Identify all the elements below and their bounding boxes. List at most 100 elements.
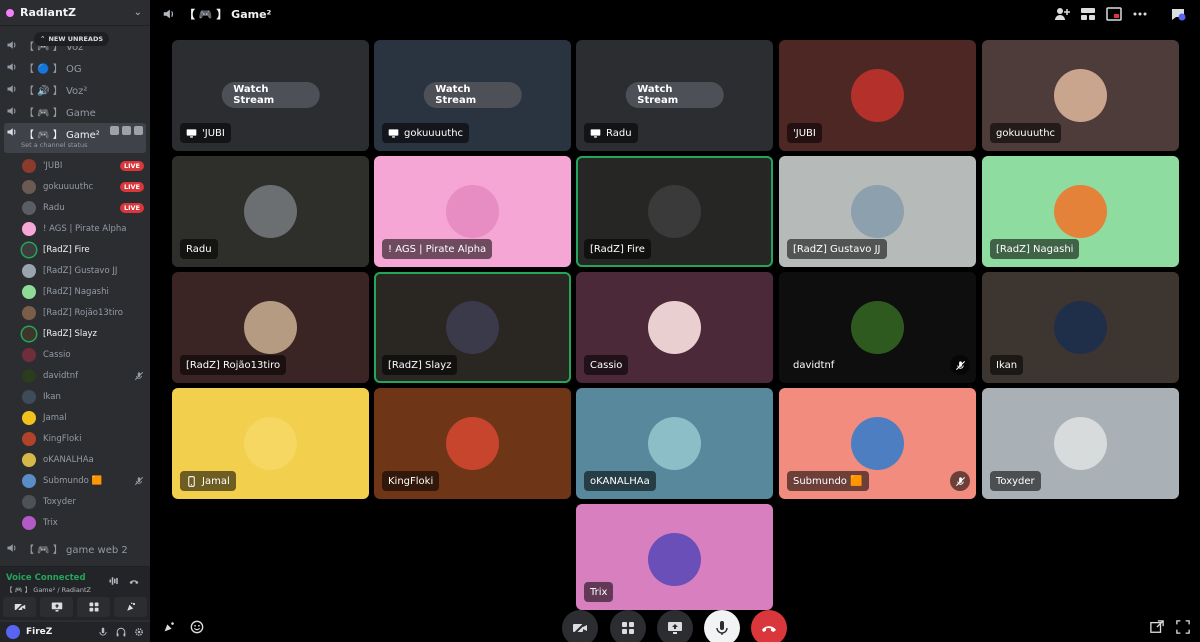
chat-bubble-icon[interactable] (1170, 6, 1186, 22)
voice-location[interactable]: 【 🎮 】 Game² / RadiantZ (6, 584, 91, 594)
participant-tile[interactable]: Radu (172, 156, 369, 267)
member-item[interactable]: davidtnf (22, 366, 144, 386)
live-badge: LIVE (119, 203, 144, 213)
member-item[interactable]: gokuuuuthc LIVE (22, 177, 144, 197)
participant-tile[interactable]: davidtnf (779, 272, 976, 383)
member-item[interactable]: [RadZ] Rojão13tiro (22, 303, 144, 323)
leave-call-button[interactable] (751, 610, 787, 642)
popout-icon[interactable] (1106, 6, 1122, 22)
participant-tile[interactable]: [RadZ] Gustavo JJ (779, 156, 976, 267)
participant-label: 'JUBI (180, 123, 231, 143)
participant-tile[interactable]: [RadZ] Nagashi (982, 156, 1179, 267)
participant-tile[interactable]: [RadZ] Rojão13tiro (172, 272, 369, 383)
participant-label: [RadZ] Slayz (382, 355, 458, 375)
gear-icon[interactable] (134, 627, 144, 637)
participant-label: gokuuuuthc (990, 123, 1062, 143)
member-item[interactable]: Trix (22, 513, 144, 533)
member-item[interactable]: [RadZ] Fire (22, 240, 144, 260)
avatar (244, 301, 297, 354)
mobile-phone-icon (188, 475, 195, 487)
avatar (22, 432, 36, 446)
stream-tile[interactable]: Watch Stream gokuuuuthc (374, 40, 571, 151)
participant-tile[interactable]: Trix (576, 504, 773, 610)
add-member-icon[interactable] (122, 126, 131, 135)
channel-game-web-2[interactable]: 【 🎮 】 game web 2 (4, 538, 146, 558)
participant-tile-speaking[interactable]: [RadZ] Fire (576, 156, 773, 267)
participant-label: davidtnf (793, 359, 835, 371)
new-unreads-pill[interactable]: ⌃ NEW UNREADS (34, 32, 110, 46)
watch-stream-button[interactable]: Watch Stream (423, 82, 522, 108)
mic-muted-indicator (950, 471, 970, 491)
soundboard-icon[interactable] (162, 620, 176, 634)
popout-window-icon[interactable] (1150, 620, 1164, 634)
member-item[interactable]: oKANALHAa (22, 450, 144, 470)
noise-suppression-icon[interactable] (108, 575, 120, 587)
chat-icon[interactable] (110, 126, 119, 135)
participant-tile[interactable]: ! AGS | Pirate Alpha (374, 156, 571, 267)
participant-label: Radu (180, 239, 218, 259)
channel-game[interactable]: 【 🎮 】 Game (4, 101, 146, 121)
screen-share-button[interactable] (657, 610, 693, 642)
participant-tile[interactable]: Jamal (172, 388, 369, 499)
speaker-icon (7, 41, 16, 49)
participant-tile[interactable]: Submundo 🟧 (779, 388, 976, 499)
invite-icon[interactable] (1054, 6, 1070, 22)
member-item[interactable]: Radu LIVE (22, 198, 144, 218)
more-options-icon[interactable] (1132, 6, 1148, 22)
member-item[interactable]: [RadZ] Gustavo JJ (22, 261, 144, 281)
soundboard-button[interactable] (114, 597, 147, 617)
user-name[interactable]: FireZ (26, 627, 90, 637)
chevron-down-icon[interactable]: ⌄ (134, 7, 142, 18)
member-item[interactable]: Submundo 🟧 (22, 471, 144, 491)
member-item[interactable]: Cassio (22, 345, 144, 365)
emoji-icon[interactable] (190, 620, 204, 634)
channel-voz2[interactable]: 【 🔊 】 Voz² (4, 79, 146, 99)
participant-label: Submundo 🟧 (787, 471, 869, 491)
avatar (244, 185, 297, 238)
layout-grid-icon[interactable] (1080, 6, 1096, 22)
avatar (22, 243, 36, 257)
screen-share-icon (668, 622, 682, 634)
member-item[interactable]: KingFloki (22, 429, 144, 449)
participant-tile[interactable]: 'JUBI (779, 40, 976, 151)
watch-stream-button[interactable]: Watch Stream (625, 82, 724, 108)
headphones-icon[interactable] (116, 627, 126, 637)
server-header[interactable]: RadiantZ ⌄ (0, 0, 150, 26)
participant-tile[interactable]: KingFloki (374, 388, 571, 499)
call-header: 【 🎮 】 Game² (150, 0, 1200, 28)
participant-tile[interactable]: gokuuuuthc (982, 40, 1179, 151)
member-item[interactable]: Ikan (22, 387, 144, 407)
voice-connected-panel: Voice Connected 【 🎮 】 Game² / RadiantZ (0, 566, 150, 620)
member-item[interactable]: [RadZ] Nagashi (22, 282, 144, 302)
participant-tile[interactable]: Toxyder (982, 388, 1179, 499)
member-item[interactable]: 'JUBI LIVE (22, 156, 144, 176)
member-item[interactable]: [RadZ] Slayz (22, 324, 144, 344)
stream-tile[interactable]: Watch Stream Radu (576, 40, 773, 151)
participant-tile[interactable]: Ikan (982, 272, 1179, 383)
user-avatar[interactable] (6, 625, 20, 639)
screen-share-button[interactable] (40, 597, 73, 617)
participant-tile[interactable]: Cassio (576, 272, 773, 383)
microphone-button[interactable] (704, 610, 740, 642)
participant-tile[interactable]: oKANALHAa (576, 388, 773, 499)
member-item[interactable]: Toxyder (22, 492, 144, 512)
activities-button[interactable] (77, 597, 110, 617)
participant-label: [RadZ] Nagashi (990, 239, 1080, 259)
camera-toggle-button[interactable] (562, 610, 598, 642)
channel-status-hint[interactable]: Set a channel status (21, 141, 88, 149)
camera-off-button[interactable] (3, 597, 36, 617)
participant-tile-speaking[interactable]: [RadZ] Slayz (374, 272, 571, 383)
participant-label: Toxyder (990, 471, 1041, 491)
watch-stream-button[interactable]: Watch Stream (221, 82, 320, 108)
channel-og[interactable]: 【 🔵 】 OG (4, 57, 146, 77)
disconnect-icon[interactable] (128, 575, 140, 587)
fullscreen-icon[interactable] (1176, 620, 1190, 634)
avatar (22, 390, 36, 404)
activities-button[interactable] (610, 610, 646, 642)
microphone-icon[interactable] (98, 627, 108, 637)
member-item[interactable]: Jamal (22, 408, 144, 428)
stream-tile[interactable]: Watch Stream 'JUBI (172, 40, 369, 151)
participant-label: [RadZ] Rojão13tiro (180, 355, 287, 375)
gear-icon[interactable] (134, 126, 143, 135)
member-item[interactable]: ! AGS | Pirate Alpha (22, 219, 144, 239)
